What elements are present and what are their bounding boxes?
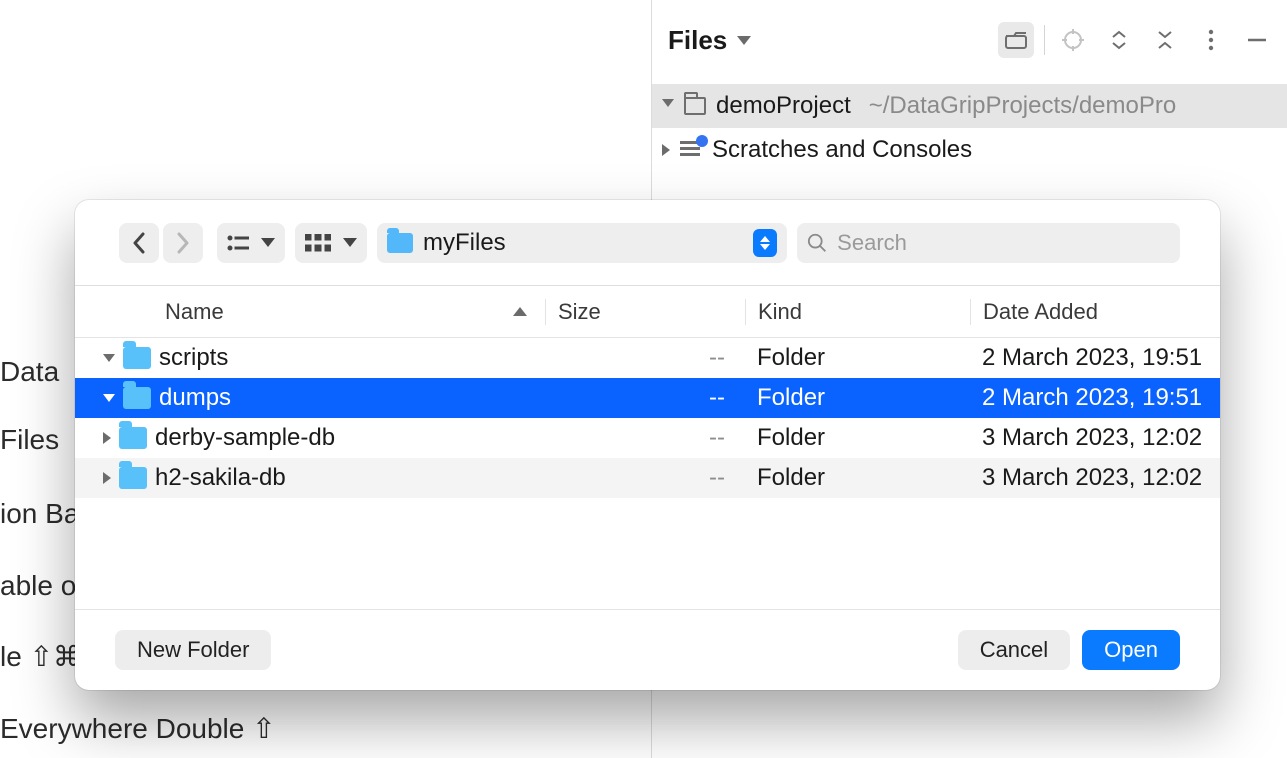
nav-forward-button[interactable] [163, 223, 203, 263]
file-size: -- [545, 464, 745, 492]
nav-buttons [115, 223, 207, 263]
file-date: 3 March 2023, 12:02 [970, 424, 1220, 452]
file-kind: Folder [745, 384, 970, 412]
file-name: derby-sample-db [155, 424, 335, 452]
chevron-down-icon [343, 238, 357, 247]
column-label: Name [165, 299, 224, 325]
file-row[interactable]: scripts -- Folder 2 March 2023, 19:51 [75, 338, 1220, 378]
file-date: 2 March 2023, 19:51 [970, 384, 1220, 412]
target-icon[interactable] [1055, 22, 1091, 58]
column-header-kind[interactable]: Kind [745, 299, 970, 325]
tree-row-scratches[interactable]: Scratches and Consoles [652, 128, 1287, 172]
nav-back-button[interactable] [119, 223, 159, 263]
chevron-right-icon[interactable] [103, 432, 111, 444]
search-field[interactable] [797, 223, 1180, 263]
column-header-name[interactable]: Name [165, 299, 545, 325]
location-dropdown[interactable]: myFiles [377, 223, 787, 263]
scratches-icon [680, 141, 702, 159]
column-header-date[interactable]: Date Added [970, 299, 1220, 325]
file-size: -- [545, 384, 745, 412]
search-icon [807, 232, 827, 254]
chevron-down-icon [261, 238, 275, 247]
file-size: -- [545, 424, 745, 452]
folder-icon [119, 427, 147, 449]
search-input[interactable] [837, 230, 1170, 256]
view-mode-button[interactable] [217, 223, 285, 263]
chevron-down-icon [737, 36, 751, 45]
column-label: Size [558, 299, 601, 325]
hide-panel-button[interactable] [1239, 22, 1275, 58]
file-kind: Folder [745, 424, 970, 452]
chevron-right-icon[interactable] [103, 472, 111, 484]
ide-panel-title[interactable]: Files [668, 25, 751, 56]
file-row[interactable]: dumps -- Folder 2 March 2023, 19:51 [75, 378, 1220, 418]
more-options-button[interactable] [1193, 22, 1229, 58]
bg-text: Data [0, 356, 59, 388]
column-headers: Name Size Kind Date Added [75, 286, 1220, 338]
folder-icon [684, 97, 706, 115]
cancel-button[interactable]: Cancel [958, 630, 1070, 670]
file-open-dialog: myFiles Name Size Kind Date Added s [75, 200, 1220, 690]
tree-item-path: ~/DataGripProjects/demoPro [869, 92, 1176, 120]
column-label: Date Added [983, 299, 1098, 325]
dialog-toolbar: myFiles [75, 200, 1220, 285]
bg-text: able o [0, 570, 76, 602]
chevron-down-icon[interactable] [103, 354, 115, 362]
tree-item-label: Scratches and Consoles [712, 136, 972, 164]
sort-ascending-icon [513, 307, 527, 316]
open-button[interactable]: Open [1082, 630, 1180, 670]
expand-all-button[interactable] [1101, 22, 1137, 58]
select-opened-file-button[interactable] [998, 22, 1034, 58]
collapse-all-button[interactable] [1147, 22, 1183, 58]
tree-item-label: demoProject [716, 92, 851, 120]
folder-icon [387, 233, 413, 253]
folder-icon [119, 467, 147, 489]
new-folder-button[interactable]: New Folder [115, 630, 271, 670]
file-name: h2-sakila-db [155, 464, 286, 492]
ide-panel-title-label: Files [668, 25, 727, 56]
file-rows: scripts -- Folder 2 March 2023, 19:51 du… [75, 338, 1220, 610]
location-label: myFiles [423, 229, 506, 257]
folder-icon [123, 387, 151, 409]
file-date: 2 March 2023, 19:51 [970, 344, 1220, 372]
ide-panel-header: Files [652, 0, 1287, 80]
ide-toolbar [998, 22, 1275, 58]
file-name: dumps [159, 384, 231, 412]
bg-text: Everywhere Double ⇧ [0, 712, 276, 745]
column-label: Kind [758, 299, 802, 325]
file-size: -- [545, 344, 745, 372]
tree-row-project[interactable]: demoProject ~/DataGripProjects/demoPro [652, 84, 1287, 128]
toolbar-separator [1044, 25, 1045, 55]
chevron-down-icon[interactable] [662, 99, 674, 113]
ide-project-tree: demoProject ~/DataGripProjects/demoPro S… [652, 80, 1287, 176]
group-by-button[interactable] [295, 223, 367, 263]
bg-text: le ⇧⌘ [0, 640, 81, 673]
folder-icon [123, 347, 151, 369]
chevron-right-icon[interactable] [662, 144, 670, 156]
dialog-footer: New Folder Cancel Open [75, 610, 1220, 690]
file-kind: Folder [745, 464, 970, 492]
file-date: 3 March 2023, 12:02 [970, 464, 1220, 492]
up-down-chevrons-icon [753, 229, 777, 257]
file-row[interactable]: h2-sakila-db -- Folder 3 March 2023, 12:… [75, 458, 1220, 498]
file-row[interactable]: derby-sample-db -- Folder 3 March 2023, … [75, 418, 1220, 458]
column-header-size[interactable]: Size [545, 299, 745, 325]
bg-text: Files [0, 424, 59, 456]
chevron-down-icon[interactable] [103, 394, 115, 402]
bg-text: ion Ba [0, 498, 79, 530]
file-name: scripts [159, 344, 228, 372]
file-kind: Folder [745, 344, 970, 372]
